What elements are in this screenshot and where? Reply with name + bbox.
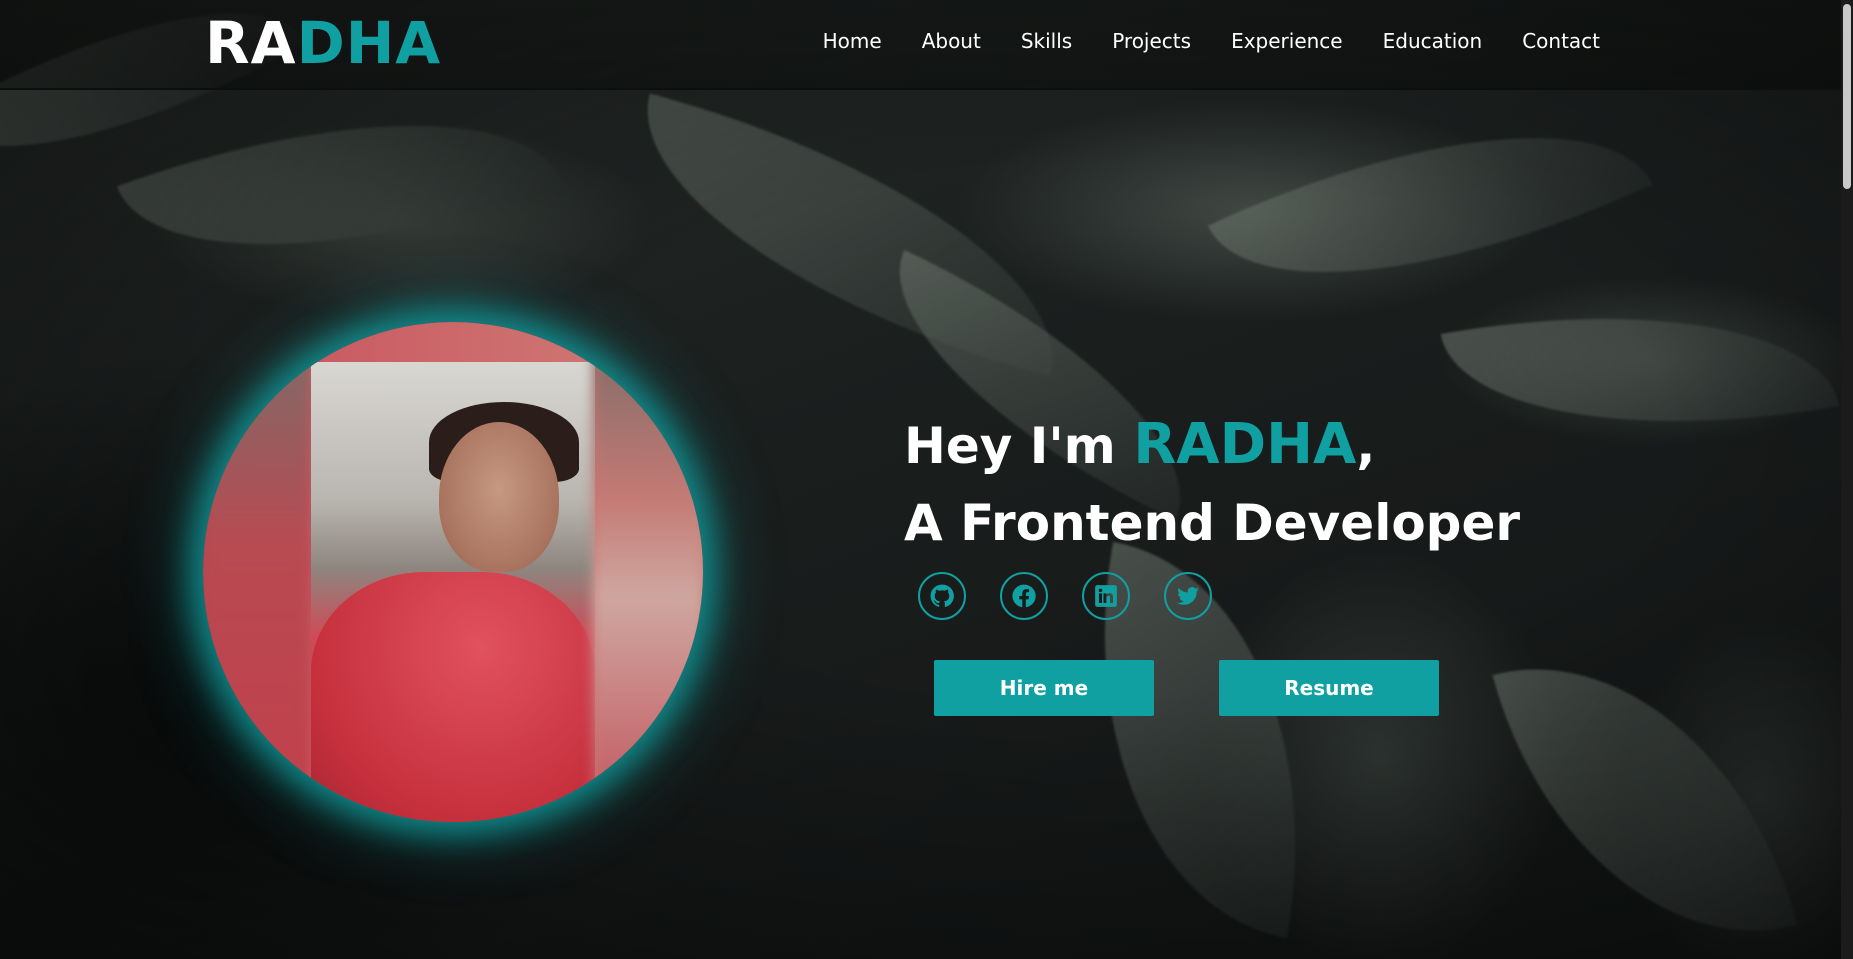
logo[interactable]: RADHA bbox=[205, 8, 441, 78]
hero-name: RADHA bbox=[1133, 412, 1357, 477]
github-link[interactable] bbox=[918, 572, 966, 620]
nav-projects[interactable]: Projects bbox=[1092, 28, 1211, 54]
hero-heading: Hey I'm RADHA, A Frontend Developer bbox=[904, 408, 1520, 563]
photo-shirt bbox=[311, 572, 595, 822]
facebook-link[interactable] bbox=[1000, 572, 1048, 620]
nav-about[interactable]: About bbox=[902, 28, 1001, 54]
scrollbar[interactable] bbox=[1841, 0, 1853, 959]
hero-greeting-line: Hey I'm RADHA, bbox=[904, 408, 1520, 483]
nav-experience[interactable]: Experience bbox=[1211, 28, 1363, 54]
nav-links: Home About Skills Projects Experience Ed… bbox=[803, 28, 1620, 54]
linkedin-link[interactable] bbox=[1082, 572, 1130, 620]
photo-face bbox=[439, 422, 559, 572]
hero-greeting: Hey I'm bbox=[904, 417, 1134, 475]
resume-button[interactable]: Resume bbox=[1219, 660, 1439, 716]
twitter-icon bbox=[1177, 587, 1199, 605]
logo-part-1: RA bbox=[205, 9, 297, 77]
nav-contact[interactable]: Contact bbox=[1502, 28, 1620, 54]
hire-me-button[interactable]: Hire me bbox=[934, 660, 1154, 716]
facebook-icon bbox=[1012, 584, 1036, 608]
scrollbar-thumb[interactable] bbox=[1843, 4, 1851, 189]
nav-home[interactable]: Home bbox=[803, 28, 902, 54]
social-links bbox=[918, 572, 1212, 620]
logo-part-2: DHA bbox=[296, 9, 442, 77]
nav-skills[interactable]: Skills bbox=[1001, 28, 1092, 54]
navbar: RADHA Home About Skills Projects Experie… bbox=[0, 0, 1853, 90]
photo-blur-right bbox=[593, 322, 703, 822]
linkedin-icon bbox=[1095, 585, 1117, 607]
hero-comma: , bbox=[1356, 417, 1376, 475]
photo-blur-left bbox=[203, 322, 311, 822]
twitter-link[interactable] bbox=[1164, 572, 1212, 620]
nav-education[interactable]: Education bbox=[1363, 28, 1503, 54]
hero-role: A Frontend Developer bbox=[904, 494, 1521, 552]
profile-photo bbox=[203, 322, 703, 822]
photo-portrait bbox=[311, 362, 595, 822]
github-icon bbox=[930, 584, 954, 607]
